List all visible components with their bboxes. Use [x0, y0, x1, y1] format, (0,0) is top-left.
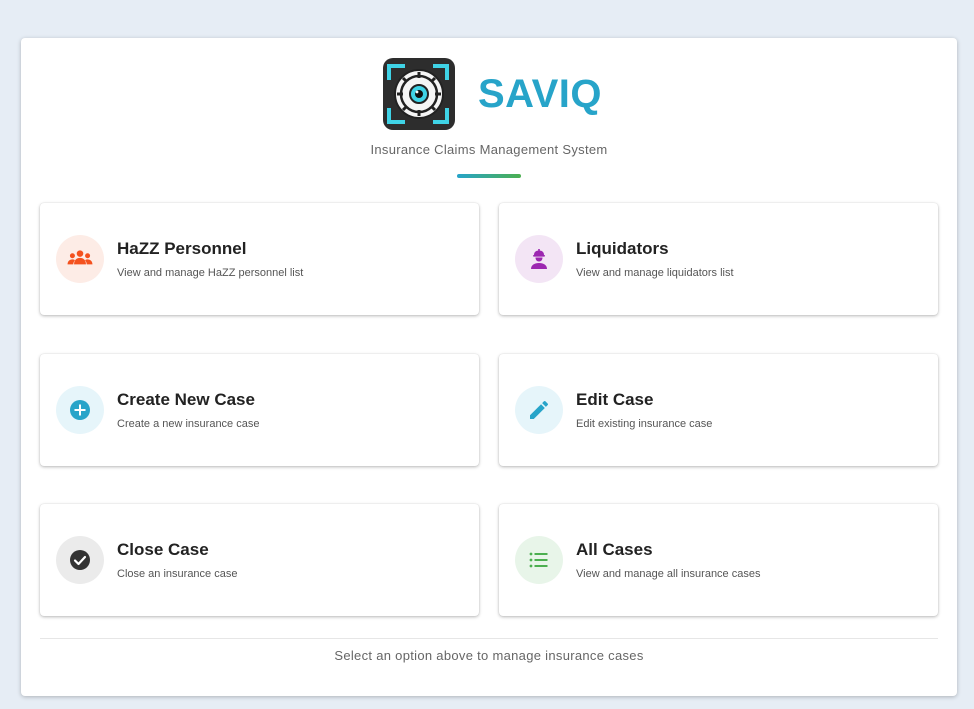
all-cases-icon-circle: [515, 536, 563, 584]
hazz-personnel-card[interactable]: HaZZ Personnel View and manage HaZZ pers…: [40, 203, 479, 315]
card-description: Create a new insurance case: [117, 418, 260, 430]
close-case-icon-circle: [56, 536, 104, 584]
close-case-card[interactable]: Close Case Close an insurance case: [40, 504, 479, 616]
card-title: Create New Case: [117, 390, 255, 409]
card-title: Edit Case: [576, 390, 654, 409]
card-title: Liquidators: [576, 239, 669, 258]
add-circle-icon: [70, 400, 90, 420]
saviq-logo-icon: [383, 58, 455, 130]
app-subtitle: Insurance Claims Management System: [370, 142, 608, 157]
header: SAVIQ Insurance Claims Management System: [21, 58, 957, 198]
edit-case-card[interactable]: Edit Case Edit existing insurance case: [499, 354, 938, 466]
all-cases-card[interactable]: All Cases View and manage all insurance …: [499, 504, 938, 616]
footer-hint: Select an option above to manage insuran…: [334, 648, 644, 663]
footer-divider: [40, 638, 938, 639]
list-icon: [529, 552, 548, 568]
card-description: View and manage all insurance cases: [576, 568, 761, 580]
card-description: Edit existing insurance case: [576, 418, 713, 430]
edit-case-icon-circle: [515, 386, 563, 434]
main-panel: SAVIQ Insurance Claims Management System…: [21, 38, 957, 696]
create-new-case-card[interactable]: Create New Case Create a new insurance c…: [40, 354, 479, 466]
card-description: View and manage liquidators list: [576, 267, 734, 279]
liquidators-card[interactable]: Liquidators View and manage liquidators …: [499, 203, 938, 315]
card-description: Close an insurance case: [117, 568, 238, 580]
card-title: All Cases: [576, 540, 653, 559]
create-case-icon-circle: [56, 386, 104, 434]
brand: SAVIQ: [383, 58, 602, 130]
liquidators-icon-circle: [515, 235, 563, 283]
pencil-icon: [530, 400, 549, 419]
check-circle-icon: [70, 550, 90, 570]
card-title: Close Case: [117, 540, 209, 559]
hazz-personnel-icon-circle: [56, 235, 104, 283]
app-title: SAVIQ: [478, 71, 603, 116]
card-title: HaZZ Personnel: [117, 239, 247, 258]
engineer-icon: [531, 249, 547, 269]
people-group-icon: [67, 250, 93, 265]
accent-divider: [457, 174, 521, 178]
card-description: View and manage HaZZ personnel list: [117, 267, 304, 279]
